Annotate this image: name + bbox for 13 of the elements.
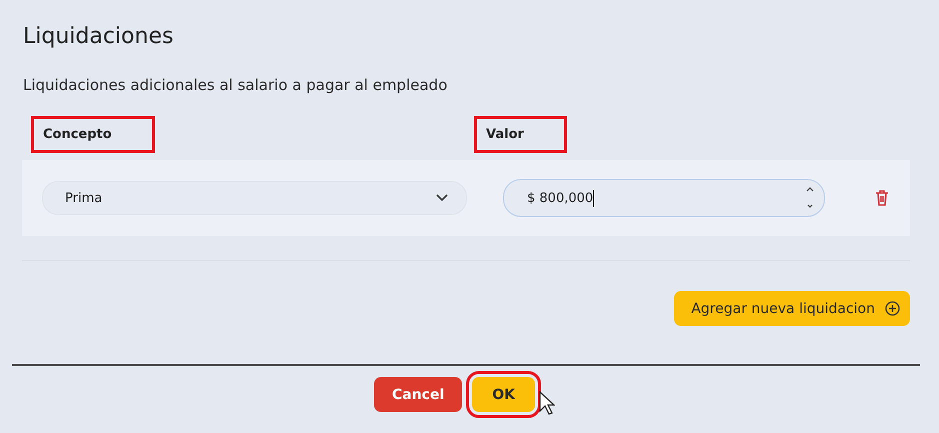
trash-icon[interactable] [875, 190, 889, 206]
dialog-subtitle: Liquidaciones adicionales al salario a pagar al empleado [22, 75, 448, 96]
cancel-button[interactable]: Cancel [374, 377, 462, 412]
plus-circle-icon [885, 301, 900, 316]
add-button[interactable]: Agregar nueva liquidacion [674, 291, 910, 326]
column-header: Concepto [31, 116, 155, 153]
concept-select[interactable]: Prima [42, 181, 467, 215]
value-input[interactable]: $ 800,000 [503, 179, 825, 217]
dialog-title: Liquidaciones [22, 23, 174, 51]
column-header: Valor [474, 116, 567, 153]
ok-button[interactable]: OK [472, 377, 536, 412]
cursor-icon [539, 391, 556, 415]
chevron-down-icon [436, 194, 448, 202]
